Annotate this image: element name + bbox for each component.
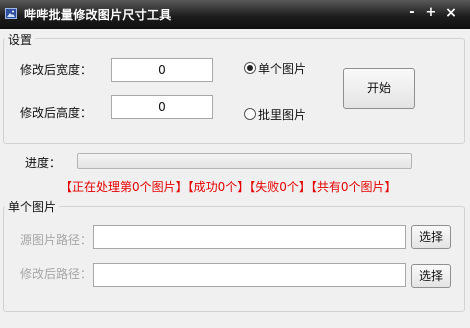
batch-image-label[interactable]: 批里图片	[258, 106, 306, 123]
app-icon	[5, 8, 17, 19]
single-image-label[interactable]: 单个图片	[258, 60, 306, 77]
source-path-label: 源图片路径：	[20, 233, 93, 247]
width-label: 修改后宽度：	[20, 63, 93, 77]
source-browse-button[interactable]: 选择	[411, 225, 451, 249]
target-path-label: 修改后路径：	[20, 267, 93, 281]
close-button[interactable]: ×	[443, 5, 459, 21]
status-text: 【正在处理第0个图片】【成功0个】【失败0个】【共有0个图片】	[60, 180, 397, 194]
radio-selected-dot	[247, 65, 253, 71]
height-input[interactable]: 0	[111, 95, 213, 119]
window-title: 哔哔批量修改图片尺寸工具	[24, 8, 172, 22]
target-browse-button[interactable]: 选择	[411, 264, 451, 288]
maximize-button[interactable]: +	[423, 5, 439, 21]
minimize-button[interactable]: -	[404, 5, 420, 21]
single-image-radio[interactable]	[244, 62, 256, 74]
batch-image-radio[interactable]	[244, 108, 256, 120]
height-label: 修改后高度：	[20, 106, 93, 120]
single-image-group-title: 单个图片	[5, 198, 60, 215]
settings-group-title: 设置	[5, 31, 36, 48]
target-path-input[interactable]	[93, 263, 406, 287]
width-input[interactable]: 0	[111, 58, 213, 82]
title-bar: 哔哔批量修改图片尺寸工具 - + ×	[0, 0, 470, 29]
progress-label: 进度：	[25, 156, 62, 170]
start-button[interactable]: 开始	[343, 68, 415, 109]
single-image-group	[3, 206, 465, 312]
progress-bar	[77, 153, 412, 169]
source-path-input[interactable]	[93, 225, 406, 249]
